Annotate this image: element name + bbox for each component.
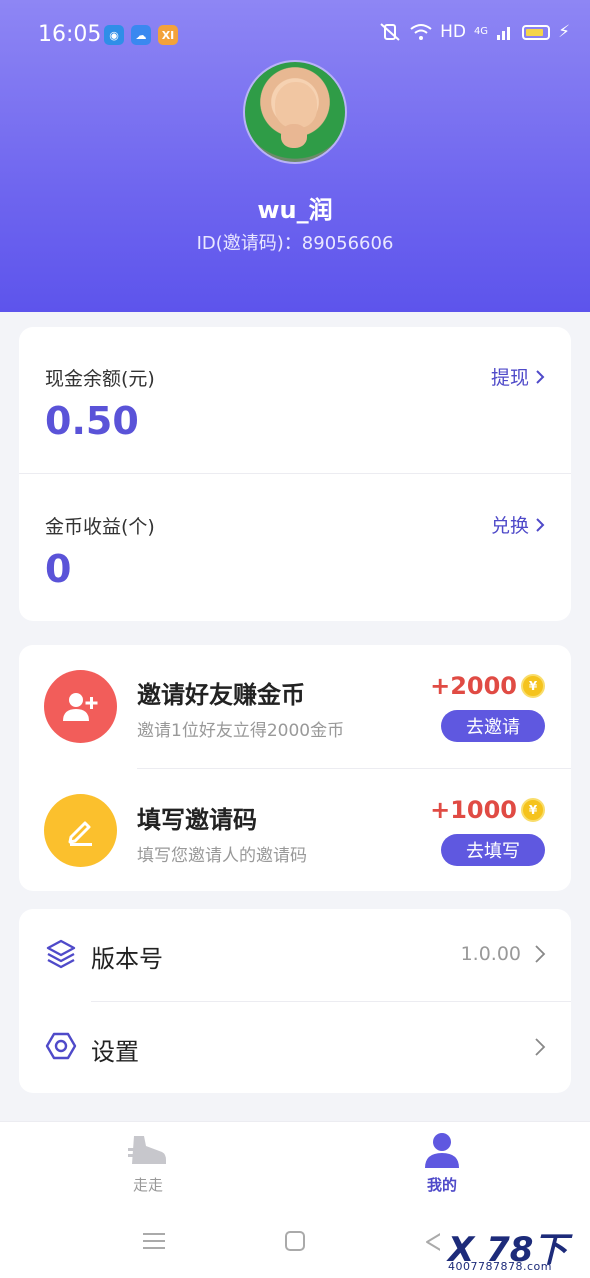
home-nav-icon[interactable] [285,1231,305,1251]
signal-type-label: 4G [473,26,489,37]
avatar[interactable] [243,60,347,164]
signal-icon [497,27,511,40]
withdraw-label: 提现 [490,367,529,389]
app-notification-icon: ◉ [104,25,124,45]
menu-item-settings[interactable]: 设置 [19,1002,571,1094]
sneaker-icon [128,1136,166,1164]
task-description: 邀请1位好友立得2000金币 [137,721,345,741]
user-id-invite-code: ID(邀请码)：89056606 [196,233,394,254]
reward-value: +2000 [430,672,517,700]
battery-icon [522,24,551,40]
cash-balance-value: 0.50 [45,399,139,443]
chevron-right-icon [535,945,546,963]
menu-item-label: 版本号 [91,945,163,973]
system-navigation-bar: X 78下载 4007787878.com [0,1211,590,1278]
reward-amount: +2000 ¥ [430,672,545,700]
menu-item-label: 设置 [91,1038,139,1066]
invite-button[interactable]: 去邀请 [441,710,545,742]
watermark-url: 4007787878.com [448,1260,552,1273]
coin-icon: ¥ [521,674,545,698]
cash-balance-label: 现金余额(元) [45,368,155,390]
exchange-label: 兑换 [490,515,529,537]
coin-icon: ¥ [521,798,545,822]
wifi-icon [410,24,432,40]
tab-walk[interactable]: 走走 [88,1132,208,1195]
chevron-right-icon [535,1038,546,1056]
status-indicators: HD 4G ⚡ [378,22,570,42]
menu-item-version[interactable]: 版本号 1.0.00 [19,909,571,1001]
tab-mine[interactable]: 我的 [382,1132,502,1195]
task-title: 填写邀请码 [137,806,257,834]
exchange-link[interactable]: 兑换 [491,511,545,538]
task-title: 邀请好友赚金币 [137,681,305,709]
version-value: 1.0.00 [460,943,521,965]
add-user-icon [44,670,117,743]
person-icon [425,1133,459,1168]
coin-earnings-label: 金币收益(个) [45,516,155,538]
reward-value: +1000 [430,796,517,824]
task-description: 填写您邀请人的邀请码 [137,846,307,866]
chevron-right-icon [536,517,545,532]
balance-card: 现金余额(元) 0.50 提现 金币收益(个) 0 兑换 [19,327,571,621]
username: wu_润 [257,196,333,224]
tab-label: 走走 [132,1176,163,1194]
menu-nav-icon[interactable] [143,1231,165,1251]
chevron-right-icon [536,369,545,384]
charging-icon: ⚡ [558,22,570,42]
reward-amount: +1000 ¥ [430,796,545,824]
task-card: 邀请好友赚金币 邀请1位好友立得2000金币 +2000 ¥ 去邀请 填写邀请码… [19,645,571,891]
menu-card: 版本号 1.0.00 设置 [19,909,571,1093]
notification-icons: ◉ ☁ XI [104,25,178,45]
network-type-label: HD [440,22,466,42]
game-notification-icon: XI [158,25,178,45]
layers-icon [46,939,76,969]
divider [137,768,571,769]
status-time: 16:05 [38,22,102,47]
tab-label: 我的 [426,1176,457,1194]
mute-vibrate-icon [380,23,400,41]
watermark-logo: X 78下载 4007787878.com [440,1218,590,1278]
pencil-icon [44,794,117,867]
hexagon-settings-icon [45,1032,77,1060]
withdraw-link[interactable]: 提现 [491,363,545,390]
fill-invite-code-button[interactable]: 去填写 [441,834,545,866]
coin-earnings-value: 0 [45,547,72,591]
bottom-tab-bar: 走走 我的 [0,1121,590,1211]
cloud-notification-icon: ☁ [131,25,151,45]
divider [19,473,571,474]
